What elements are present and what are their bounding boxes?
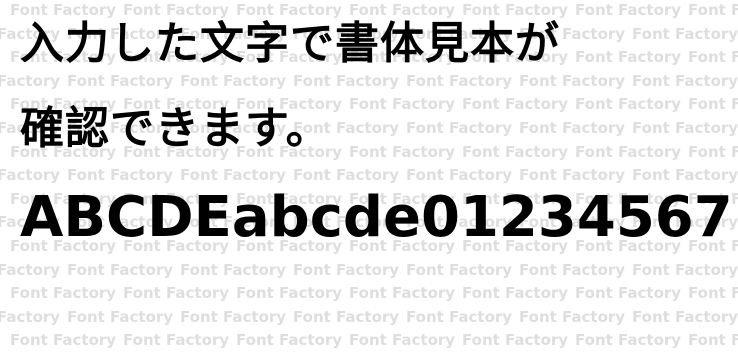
watermark-text: Font Factory (519, 260, 626, 279)
watermark-row: Font Factory Font Factory Font Factory Font… (0, 330, 738, 350)
watermark-text: Font Factory (688, 331, 738, 350)
sample-text-line-1: 入力した文字で書体見本が (20, 18, 560, 69)
watermark-text: Font Factory (349, 95, 456, 114)
watermark-row: Font Factory Font Factory Font Factory Font… (0, 283, 738, 303)
watermark-text: Font Factory (180, 307, 287, 326)
watermark-text: Font Factory (575, 284, 682, 303)
watermark-text: Font Factory (123, 284, 230, 303)
sample-text-line-3: ABCDEabcde01234567 (20, 185, 733, 250)
watermark-text: Font Factory (519, 307, 626, 326)
watermark-text: Font Factory (632, 24, 738, 43)
watermark-text: Font Factory (406, 307, 513, 326)
watermark-text: Font Factory (10, 284, 117, 303)
watermark-text: Font Factory (575, 331, 682, 350)
watermark-text: Font Factory (519, 119, 626, 137)
watermark-text: Font Factory (406, 260, 513, 279)
watermark-text: Font Factory (632, 119, 738, 137)
watermark-text: Font Factory (293, 307, 400, 326)
watermark-text: Font Factory (575, 1, 682, 19)
watermark-text: Font Factory (688, 284, 738, 303)
watermark-text: Font Factory (349, 284, 456, 303)
watermark-text: Font Factory (406, 119, 513, 137)
sample-text-line-2: 確認できます。 (20, 103, 331, 154)
watermark-text: Font Factory (0, 260, 61, 279)
watermark-text: Font Factory (462, 142, 569, 161)
watermark-text: Font Factory (575, 95, 682, 114)
watermark-row: Font Factory Font Factory Font Factory Font… (0, 307, 738, 327)
watermark-text: Font Factory (632, 71, 738, 90)
watermark-text: Font Factory (462, 284, 569, 303)
watermark-text: Font Factory (688, 48, 738, 67)
watermark-text: Font Factory (67, 307, 174, 326)
watermark-row: Font Factory Font Factory Font Factory Font… (0, 260, 738, 280)
watermark-text: Font Factory (236, 284, 343, 303)
watermark-text: Font Factory (688, 1, 738, 19)
watermark-text: Font Factory (688, 95, 738, 114)
watermark-text: Font Factory (632, 260, 738, 279)
watermark-text: Font Factory (123, 331, 230, 350)
watermark-text: Font Factory (180, 260, 287, 279)
watermark-text: Font Factory (462, 95, 569, 114)
watermark-text: Font Factory (349, 142, 456, 161)
watermark-text: Font Factory (10, 331, 117, 350)
watermark-text: Font Factory (632, 307, 738, 326)
watermark-text: Font Factory (236, 331, 343, 350)
watermark-text: Font Factory (575, 142, 682, 161)
watermark-text: Font Factory (688, 142, 738, 161)
font-preview-canvas: Font Factory Font Factory Font Factory Font… (0, 0, 738, 356)
watermark-text: Font Factory (349, 331, 456, 350)
watermark-text: Font Factory (0, 307, 61, 326)
watermark-text: Font Factory (575, 48, 682, 67)
watermark-text: Font Factory (67, 260, 174, 279)
watermark-text: Font Factory (462, 331, 569, 350)
watermark-text: Font Factory (293, 260, 400, 279)
